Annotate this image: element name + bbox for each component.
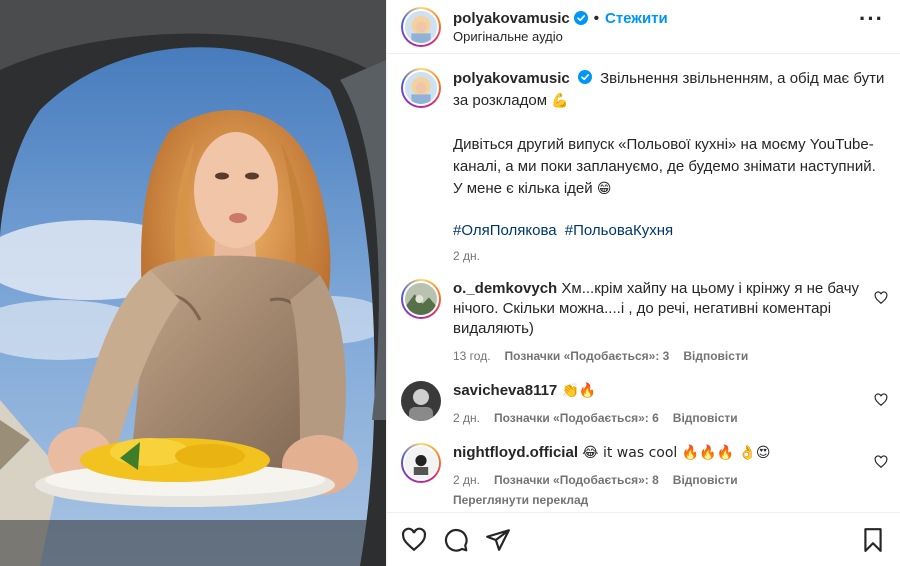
verified-icon	[573, 11, 588, 25]
avatar-image	[405, 10, 437, 43]
post-image[interactable]	[0, 0, 386, 566]
heart-icon[interactable]	[874, 455, 888, 469]
caption-avatar[interactable]	[401, 68, 441, 108]
comment-avatar[interactable]	[401, 381, 441, 421]
comment-likes[interactable]: Позначки «Подобається»: 3	[505, 349, 670, 363]
caption-time: 2 дн.	[453, 249, 480, 263]
reply-button[interactable]: Відповісти	[673, 473, 738, 487]
comment-username[interactable]: o._demkovych	[453, 280, 557, 297]
author-avatar[interactable]	[401, 6, 441, 47]
comment-meta: 13 год. Позначки «Подобається»: 3 Відпов…	[453, 349, 860, 363]
comment-text: savicheva8117 👏🔥	[453, 381, 860, 401]
post-header: polyakovamusic • Стежити Оригінальне ауд…	[387, 0, 900, 54]
comment-likes[interactable]: Позначки «Подобається»: 6	[494, 411, 659, 425]
comment-likes[interactable]: Позначки «Подобається»: 8	[494, 473, 659, 487]
see-translation-link[interactable]: Переглянути переклад	[453, 493, 588, 507]
avatar-image	[401, 381, 441, 421]
heart-icon[interactable]	[874, 291, 888, 305]
comment-username[interactable]: savicheva8117	[453, 382, 557, 399]
separator-dot: •	[593, 9, 599, 27]
caption-para2: Дивіться другий випуск «Польової кухні» …	[453, 136, 876, 197]
post-details: polyakovamusic • Стежити Оригінальне ауд…	[386, 0, 900, 566]
comment-text: nightfloyd.official 😂 it was cool 🔥🔥🔥 👌😍	[453, 443, 860, 463]
post-caption: polyakovamusic Звільнення звільненням, а…	[387, 54, 900, 263]
flexed-biceps-emoji: 💪	[551, 93, 569, 109]
share-icon[interactable]	[485, 527, 511, 553]
avatar-image	[405, 72, 437, 104]
post-actions	[387, 512, 900, 566]
comment-item: savicheva8117 👏🔥 2 дн. Позначки «Подобає…	[387, 381, 900, 425]
post-view: polyakovamusic • Стежити Оригінальне ауд…	[0, 0, 900, 566]
caption-text: polyakovamusic Звільнення звільненням, а…	[453, 68, 886, 112]
avatar-image	[405, 447, 437, 479]
heart-icon[interactable]	[874, 393, 888, 407]
comment-avatar[interactable]	[401, 443, 441, 483]
comment-meta: 2 дн. Позначки «Подобається»: 8 Відповіс…	[453, 473, 860, 487]
grin-emoji: 😁	[596, 181, 612, 197]
bookmark-icon[interactable]	[860, 527, 886, 553]
caption-username[interactable]: polyakovamusic	[453, 70, 570, 87]
comment-time: 13 год.	[453, 349, 491, 363]
comment-time: 2 дн.	[453, 411, 480, 425]
comment-username[interactable]: nightfloyd.official	[453, 444, 578, 461]
comment-text: o._demkovych Хм...крім хайпу на цьому і …	[453, 279, 860, 339]
comment-body: 👏🔥	[561, 383, 597, 399]
photo-illustration	[0, 0, 386, 566]
original-audio-link[interactable]: Оригінальне аудіо	[453, 29, 668, 44]
comment-body: 😂 it was cool 🔥🔥🔥 👌😍	[582, 445, 771, 461]
reply-button[interactable]: Відповісти	[683, 349, 748, 363]
hashtag-link[interactable]: #ПольоваКухня	[565, 222, 673, 239]
caption-paragraph: Дивіться другий випуск «Польової кухні» …	[453, 134, 886, 200]
more-icon[interactable]: ···	[859, 6, 884, 32]
verified-icon	[577, 70, 592, 84]
hashtag-link[interactable]: #ОляПолякова	[453, 222, 557, 239]
comment-icon[interactable]	[443, 527, 469, 553]
translate-row: Переглянути переклад	[453, 493, 860, 507]
comment-time: 2 дн.	[453, 473, 480, 487]
comment-item: nightfloyd.official 😂 it was cool 🔥🔥🔥 👌😍…	[387, 443, 900, 507]
comment-avatar[interactable]	[401, 279, 441, 319]
heart-icon[interactable]	[401, 527, 427, 553]
comment-item: o._demkovych Хм...крім хайпу на цьому і …	[387, 279, 900, 363]
reply-button[interactable]: Відповісти	[673, 411, 738, 425]
author-username[interactable]: polyakovamusic	[453, 10, 570, 27]
follow-button[interactable]: Стежити	[605, 10, 668, 27]
comment-meta: 2 дн. Позначки «Подобається»: 6 Відповіс…	[453, 411, 860, 425]
avatar-image	[405, 283, 437, 315]
hashtags: #ОляПолякова #ПольоваКухня	[453, 222, 886, 239]
header-text: polyakovamusic • Стежити Оригінальне ауд…	[453, 10, 668, 44]
